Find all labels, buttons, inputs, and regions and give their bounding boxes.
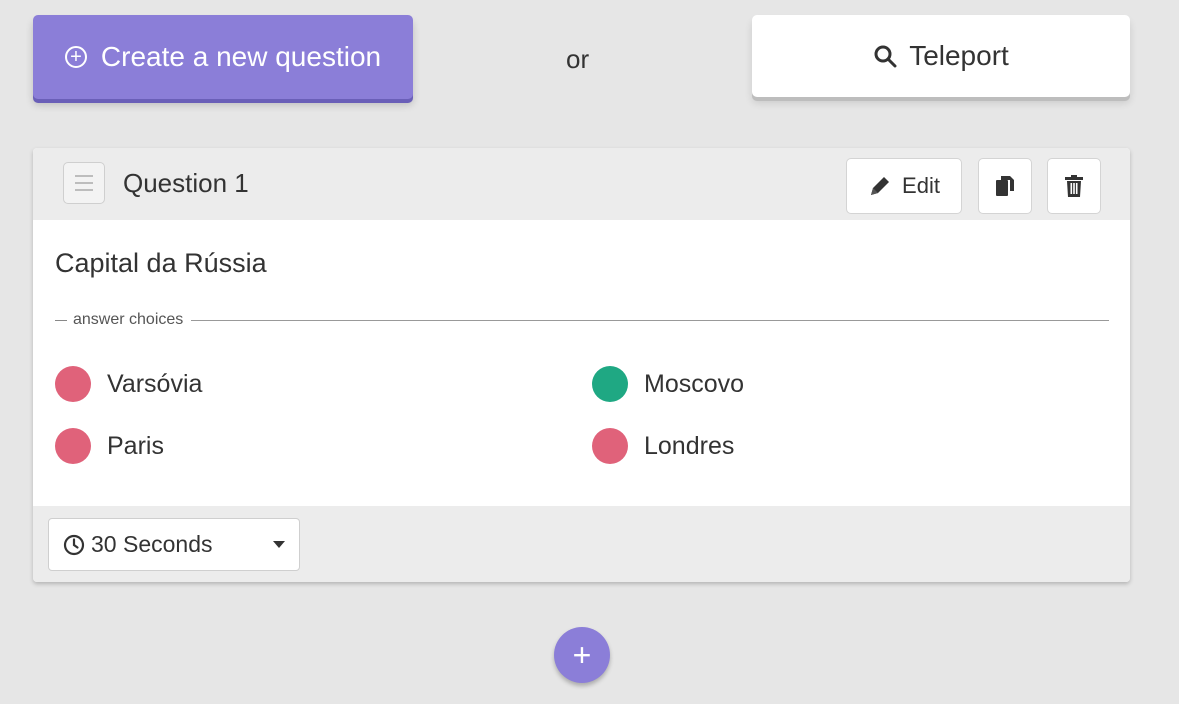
duplicate-button[interactable] <box>978 158 1032 214</box>
answer-text: Moscovo <box>644 369 745 398</box>
copy-icon <box>996 176 1014 196</box>
edit-button[interactable]: Edit <box>846 158 962 214</box>
answer-text: Londres <box>644 431 735 460</box>
create-question-button[interactable]: + Create a new question <box>33 15 413 99</box>
question-card: Question 1 Edit Capital da Rússia answer… <box>33 148 1130 582</box>
answer-choice: Moscovo <box>592 366 744 402</box>
add-question-button[interactable]: + <box>554 627 610 683</box>
answer-choice: Londres <box>592 428 734 464</box>
question-text: Capital da Rússia <box>55 248 267 278</box>
incorrect-answer-dot <box>592 428 628 464</box>
teleport-label: Teleport <box>909 40 1009 71</box>
correct-answer-dot <box>592 366 628 402</box>
pencil-icon <box>871 177 890 195</box>
caret-down-icon <box>273 541 285 548</box>
trash-icon <box>1065 175 1083 197</box>
plus-icon: + <box>572 636 592 673</box>
question-title: Question 1 <box>123 168 249 198</box>
answer-choices-divider: answer choices <box>55 310 1109 330</box>
answer-choice: Paris <box>55 428 164 464</box>
clock-icon <box>63 534 85 555</box>
edit-label: Edit <box>902 173 940 198</box>
answer-text: Varsóvia <box>107 369 203 398</box>
answer-text: Paris <box>107 431 164 460</box>
answer-choices-label: answer choices <box>73 311 184 328</box>
create-question-label: Create a new question <box>100 41 382 72</box>
or-separator: or <box>566 44 590 74</box>
timer-dropdown[interactable]: 30 Seconds <box>48 518 300 571</box>
question-card-header: Question 1 Edit <box>33 148 1130 220</box>
answer-choice: Varsóvia <box>55 366 202 402</box>
question-card-footer: 30 Seconds <box>33 506 1130 582</box>
incorrect-answer-dot <box>55 428 91 464</box>
delete-button[interactable] <box>1047 158 1101 214</box>
teleport-button[interactable]: Teleport <box>752 15 1130 97</box>
incorrect-answer-dot <box>55 366 91 402</box>
drag-handle-icon[interactable] <box>63 162 105 204</box>
search-icon <box>874 45 897 68</box>
timer-value: 30 Seconds <box>91 531 213 557</box>
plus-circle-icon: + <box>64 46 87 68</box>
